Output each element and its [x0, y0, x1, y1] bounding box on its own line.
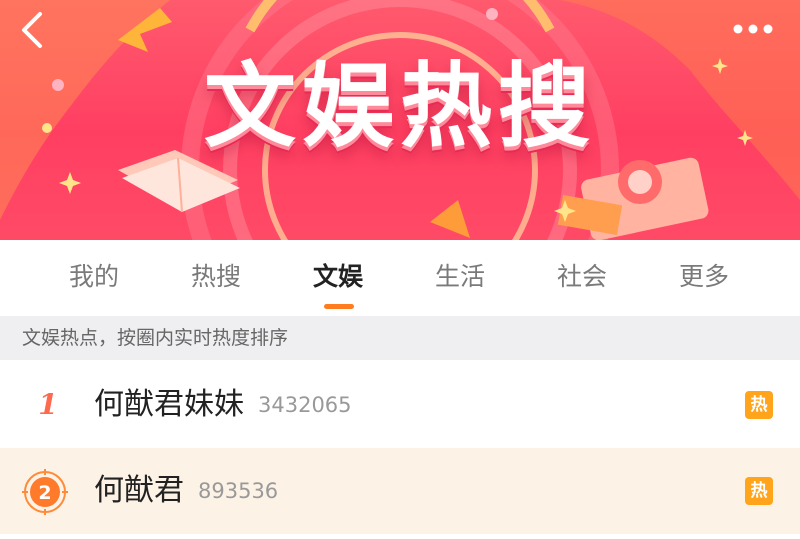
category-tabs: 我的 热搜 文娱 生活 社会 更多	[0, 240, 800, 316]
list-item-title: 何猷君	[94, 473, 184, 508]
more-dots-icon	[733, 24, 773, 34]
tab-label: 热搜	[190, 262, 241, 291]
tab-life[interactable]: 生活	[399, 240, 521, 316]
hot-badge: 热	[745, 477, 773, 505]
heat-count: 893536	[198, 479, 279, 503]
back-button[interactable]	[14, 10, 54, 50]
list-item[interactable]: 2 何猷君 893536 热	[0, 448, 800, 534]
tab-label: 社会	[556, 262, 607, 291]
heat-count: 3432065	[258, 393, 352, 417]
tab-label: 我的	[68, 262, 119, 291]
tab-hot-search[interactable]: 热搜	[155, 240, 277, 316]
tab-mine[interactable]: 我的	[33, 240, 155, 316]
tab-entertainment[interactable]: 文娱	[277, 240, 399, 316]
tab-label: 生活	[434, 262, 485, 291]
cone-decoration	[430, 200, 470, 238]
list-item[interactable]: 1 何猷君妹妹 3432065 热	[0, 362, 800, 448]
rank-badge-icon: 2	[22, 469, 68, 515]
section-subheader: 文娱热点，按圈内实时热度排序	[0, 316, 800, 360]
rank-number: 2	[38, 482, 51, 504]
header-banner: 文娱热搜	[0, 0, 800, 240]
tab-label: 文娱	[312, 262, 363, 291]
tab-label: 更多	[678, 262, 729, 291]
active-tab-indicator	[324, 304, 354, 309]
camera-illustration	[557, 157, 709, 240]
more-button[interactable]	[726, 14, 782, 44]
tab-more[interactable]: 更多	[643, 240, 765, 316]
banner-title: 文娱热搜	[203, 53, 596, 160]
list-item-title-wrap: 何猷君妹妹 3432065	[94, 362, 352, 448]
chevron-left-icon	[22, 12, 42, 48]
list-item-title: 何猷君妹妹	[94, 387, 244, 422]
hot-badge: 热	[745, 391, 773, 419]
rank-number: 1	[38, 388, 58, 421]
tab-society[interactable]: 社会	[521, 240, 643, 316]
list-item-title-wrap: 何猷君 893536	[94, 448, 278, 534]
